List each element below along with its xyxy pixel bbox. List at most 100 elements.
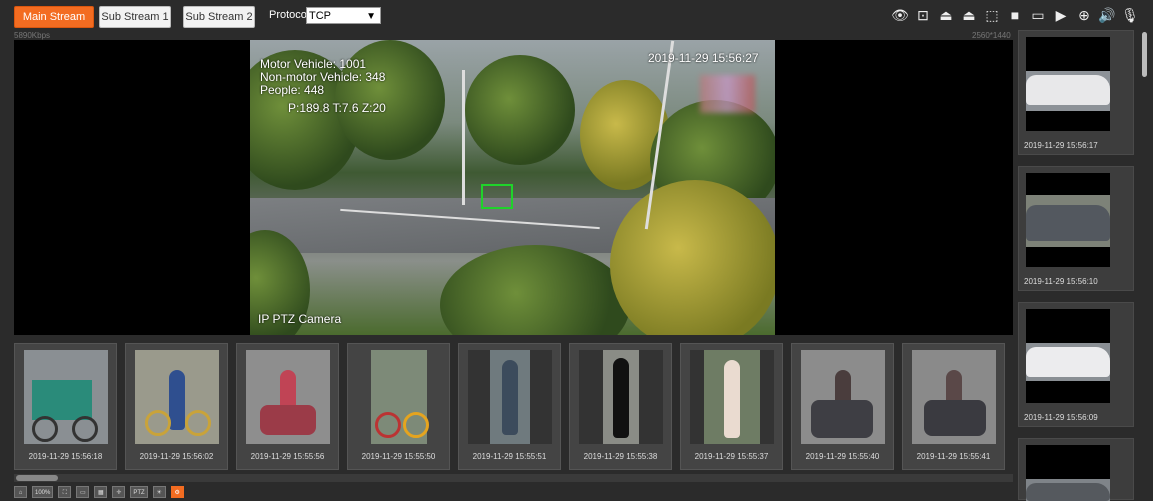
snapshot-card[interactable]: 2019-11-29 15:56:02 [125, 343, 228, 470]
snapshot-time: 2019-11-29 15:55:50 [361, 452, 436, 461]
snapshot-card[interactable]: 2019-11-29 15:55:51 [458, 343, 561, 470]
person-icon[interactable]: ⏏ [937, 6, 955, 24]
wheel [185, 410, 211, 436]
snapshot-card[interactable]: 2019-11-29 15:55:41 [902, 343, 1005, 470]
car [1026, 347, 1110, 377]
snapshot-card[interactable]: 2019-11-29 15:56:18 [14, 343, 117, 470]
snapshot-image [246, 350, 330, 444]
view-tools: 👁 ⊡ ⏏ ⏏ ⬚ ■ ▭ ▶ ⊕ 🔊 🎙 [891, 6, 1139, 26]
osd-people: People: 448 [260, 83, 325, 97]
side-card[interactable] [1018, 438, 1134, 501]
wheel [403, 412, 429, 438]
person [169, 370, 185, 430]
side-card-image [1026, 173, 1110, 267]
side-card[interactable]: 2019-11-29 15:56:09 [1018, 302, 1134, 427]
video-frame: Motor Vehicle: 1001 Non-motor Vehicle: 3… [250, 40, 775, 335]
snapshot-card[interactable]: 2019-11-29 15:55:56 [236, 343, 339, 470]
scooter [811, 400, 873, 438]
side-scrollbar[interactable] [1139, 30, 1150, 500]
protocol-select[interactable]: TCP ▼ [306, 7, 381, 24]
eye-icon[interactable]: 👁 [891, 6, 909, 24]
detection-box [481, 184, 513, 209]
sub-stream-1-button[interactable]: Sub Stream 1 [99, 6, 171, 28]
protocol-label: Protocol [269, 9, 310, 21]
snapshot-time: 2019-11-29 15:55:38 [583, 452, 658, 461]
speaker-icon[interactable]: 🔊 [1098, 6, 1116, 24]
car [1026, 483, 1110, 501]
osd-counts: Motor Vehicle: 1001 Non-motor Vehicle: 3… [260, 58, 385, 97]
snapshot-time: 2019-11-29 15:55:37 [694, 452, 769, 461]
car [1026, 75, 1110, 105]
person-alt-icon[interactable]: ⏏ [960, 6, 978, 24]
snapshot-time: 2019-11-29 15:55:40 [805, 452, 880, 461]
side-card[interactable]: 2019-11-29 15:56:17 [1018, 30, 1134, 155]
privacy-mask [700, 75, 755, 113]
ptz-button[interactable]: PTZ [130, 486, 148, 498]
record-icon[interactable]: ▶ [1052, 6, 1070, 24]
snapshot-card[interactable]: 2019-11-29 15:55:50 [347, 343, 450, 470]
crosshair-icon[interactable]: ⊕ [1075, 6, 1093, 24]
zoom-100-button[interactable]: 100% [32, 486, 54, 498]
tree [610, 180, 775, 335]
osd-timestamp: 2019-11-29 15:56:27 [648, 51, 759, 65]
snapshot-icon[interactable]: ■ [1006, 6, 1024, 24]
person [502, 360, 518, 435]
sub-stream-2-button[interactable]: Sub Stream 2 [183, 6, 255, 28]
wheel [145, 410, 171, 436]
tree [465, 55, 575, 165]
car [1026, 205, 1110, 241]
tree [440, 245, 630, 335]
side-card[interactable]: 2019-11-29 15:56:10 [1018, 166, 1134, 291]
snapshot-image [24, 350, 108, 444]
protocol-value: TCP [309, 10, 331, 22]
microphone-icon[interactable]: 🎙 [1121, 6, 1139, 24]
scrollbar-thumb[interactable] [1142, 32, 1147, 77]
snapshot-scrollbar[interactable] [14, 474, 1013, 482]
snapshot-image [468, 350, 552, 444]
person [613, 358, 629, 438]
layout-icon[interactable]: ▦ [94, 486, 108, 498]
scooter [924, 400, 986, 436]
side-card-time: 2019-11-29 15:56:09 [1024, 413, 1098, 422]
snapshot-strip: 2019-11-29 15:56:18 2019-11-29 15:56:02 … [14, 343, 1013, 471]
settings-icon[interactable]: ⚙ [170, 486, 184, 498]
snapshot-image [690, 350, 774, 444]
fullscreen-icon[interactable]: ⛶ [58, 486, 72, 498]
light-pole [462, 70, 465, 205]
region-icon[interactable]: ⬚ [983, 6, 1001, 24]
scooter [260, 405, 316, 435]
tricycle [32, 380, 92, 420]
snapshot-card[interactable]: 2019-11-29 15:55:37 [680, 343, 783, 470]
scrollbar-thumb[interactable] [16, 475, 58, 481]
bottom-toolbar: ⌂ 100% ⛶ ▭ ▦ ✛ PTZ ☀ ⚙ [14, 486, 1013, 500]
side-snapshot-list: 2019-11-29 15:56:17 2019-11-29 15:56:10 … [1018, 30, 1136, 501]
snapshot-image [135, 350, 219, 444]
osd-camera-name: IP PTZ Camera [258, 312, 342, 326]
focus-icon[interactable]: ✛ [112, 486, 126, 498]
snapshot-card[interactable]: 2019-11-29 15:55:38 [569, 343, 672, 470]
bitrate-readout: 5890Kbps [14, 31, 51, 40]
window-icon[interactable]: ▭ [76, 486, 90, 498]
top-toolbar: Main Stream Sub Stream 1 Sub Stream 2 Pr… [0, 0, 1153, 30]
osd-ptz: P:189.8 T:7.6 Z:20 [288, 101, 386, 115]
light-icon[interactable]: ☀ [152, 486, 166, 498]
wheel [375, 412, 401, 438]
live-video[interactable]: Motor Vehicle: 1001 Non-motor Vehicle: 3… [14, 40, 1013, 335]
screen-icon[interactable]: ▭ [1029, 6, 1047, 24]
snapshot-card[interactable]: 2019-11-29 15:55:40 [791, 343, 894, 470]
wheel [72, 416, 98, 442]
home-icon[interactable]: ⌂ [14, 486, 27, 498]
side-card-time: 2019-11-29 15:56:10 [1024, 277, 1098, 286]
wheel [32, 416, 58, 442]
snapshot-image [801, 350, 885, 444]
snapshot-image [912, 350, 996, 444]
chevron-down-icon: ▼ [366, 11, 376, 22]
snapshot-image [357, 350, 441, 444]
side-card-image [1026, 37, 1110, 131]
fit-window-icon[interactable]: ⊡ [914, 6, 932, 24]
snapshot-time: 2019-11-29 15:55:51 [472, 452, 547, 461]
snapshot-time: 2019-11-29 15:55:56 [250, 452, 325, 461]
snapshot-image [579, 350, 663, 444]
snapshot-time: 2019-11-29 15:56:02 [139, 452, 214, 461]
main-stream-button[interactable]: Main Stream [14, 6, 94, 28]
